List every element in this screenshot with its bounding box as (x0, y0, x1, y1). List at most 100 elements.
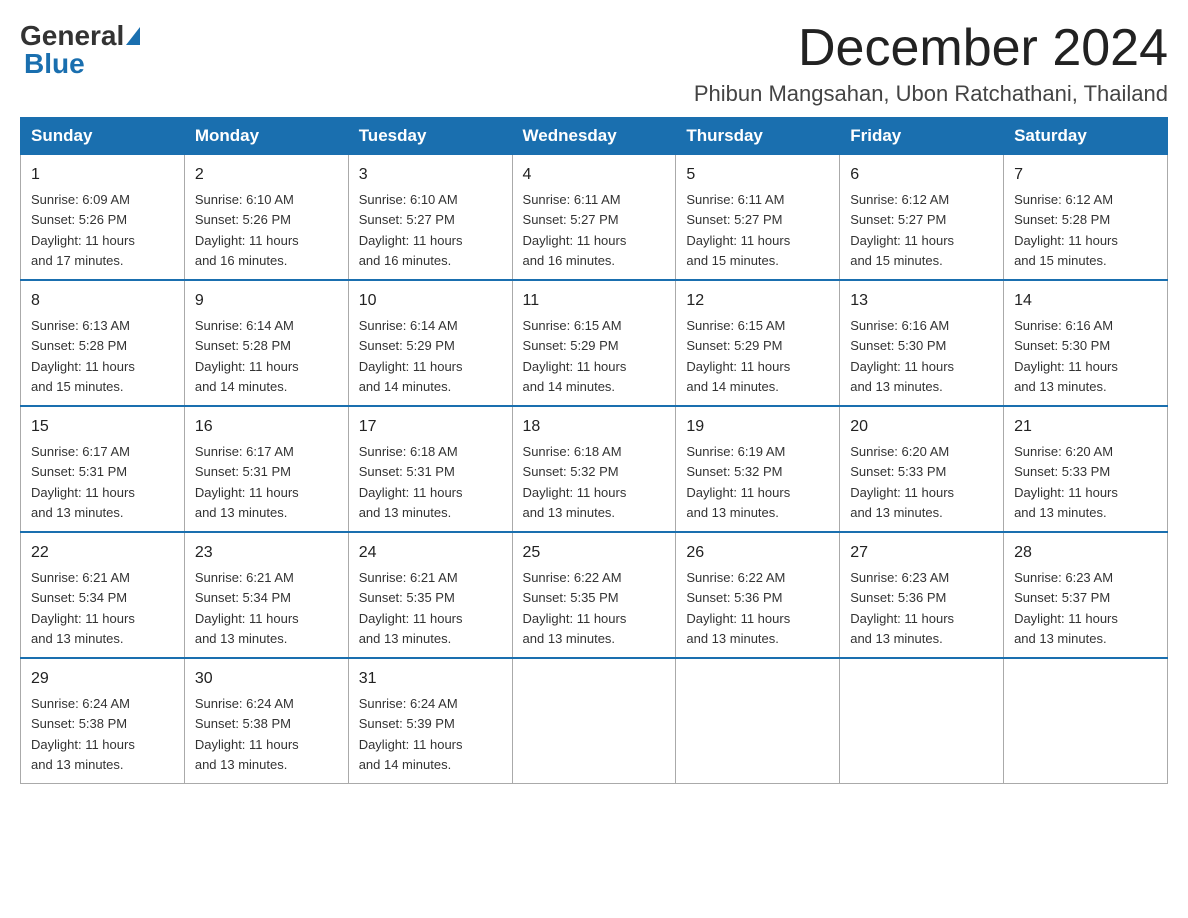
day-info: Sunrise: 6:10 AMSunset: 5:26 PMDaylight:… (195, 192, 299, 268)
day-number: 10 (359, 289, 502, 313)
calendar-cell: 24 Sunrise: 6:21 AMSunset: 5:35 PMDayligh… (348, 532, 512, 658)
calendar-cell: 22 Sunrise: 6:21 AMSunset: 5:34 PMDayligh… (21, 532, 185, 658)
calendar-cell: 1 Sunrise: 6:09 AMSunset: 5:26 PMDaylight… (21, 155, 185, 281)
calendar-cell: 8 Sunrise: 6:13 AMSunset: 5:28 PMDaylight… (21, 280, 185, 406)
calendar-cell: 19 Sunrise: 6:19 AMSunset: 5:32 PMDayligh… (676, 406, 840, 532)
calendar-cell: 26 Sunrise: 6:22 AMSunset: 5:36 PMDayligh… (676, 532, 840, 658)
day-info: Sunrise: 6:16 AMSunset: 5:30 PMDaylight:… (1014, 318, 1118, 394)
day-number: 4 (523, 163, 666, 187)
calendar-cell: 28Sunrise: 6:23 AMSunset: 5:37 PMDayligh… (1004, 532, 1168, 658)
day-number: 23 (195, 541, 338, 565)
logo-triangle-icon (126, 27, 140, 45)
title-area: December 2024 Phibun Mangsahan, Ubon Rat… (694, 20, 1168, 107)
calendar-cell: 20 Sunrise: 6:20 AMSunset: 5:33 PMDayligh… (840, 406, 1004, 532)
calendar-cell: 29 Sunrise: 6:24 AMSunset: 5:38 PMDayligh… (21, 658, 185, 784)
calendar-cell: 3Sunrise: 6:10 AMSunset: 5:27 PMDaylight… (348, 155, 512, 281)
col-tuesday: Tuesday (348, 118, 512, 155)
day-info: Sunrise: 6:21 AMSunset: 5:35 PMDaylight:… (359, 570, 463, 646)
day-info: Sunrise: 6:20 AMSunset: 5:33 PMDaylight:… (850, 444, 954, 520)
day-number: 20 (850, 415, 993, 439)
calendar-cell (676, 658, 840, 784)
calendar-cell (512, 658, 676, 784)
day-number: 1 (31, 163, 174, 187)
day-info: Sunrise: 6:14 AMSunset: 5:29 PMDaylight:… (359, 318, 463, 394)
calendar-cell (1004, 658, 1168, 784)
page-header: General Blue December 2024 Phibun Mangsa… (20, 20, 1168, 107)
calendar-cell: 27 Sunrise: 6:23 AMSunset: 5:36 PMDayligh… (840, 532, 1004, 658)
day-info: Sunrise: 6:24 AMSunset: 5:39 PMDaylight:… (359, 696, 463, 772)
col-thursday: Thursday (676, 118, 840, 155)
calendar-week-4: 22 Sunrise: 6:21 AMSunset: 5:34 PMDayligh… (21, 532, 1168, 658)
calendar-header-row: Sunday Monday Tuesday Wednesday Thursday… (21, 118, 1168, 155)
day-number: 19 (686, 415, 829, 439)
day-number: 3 (359, 163, 502, 187)
day-number: 27 (850, 541, 993, 565)
location-subtitle: Phibun Mangsahan, Ubon Ratchathani, Thai… (694, 81, 1168, 107)
calendar-cell: 15 Sunrise: 6:17 AMSunset: 5:31 PMDayligh… (21, 406, 185, 532)
day-number: 8 (31, 289, 174, 313)
day-number: 15 (31, 415, 174, 439)
day-number: 5 (686, 163, 829, 187)
calendar-week-1: 1 Sunrise: 6:09 AMSunset: 5:26 PMDaylight… (21, 155, 1168, 281)
day-info: Sunrise: 6:09 AMSunset: 5:26 PMDaylight:… (31, 192, 135, 268)
col-monday: Monday (184, 118, 348, 155)
calendar-cell: 11Sunrise: 6:15 AMSunset: 5:29 PMDayligh… (512, 280, 676, 406)
col-sunday: Sunday (21, 118, 185, 155)
calendar-cell: 16Sunrise: 6:17 AMSunset: 5:31 PMDayligh… (184, 406, 348, 532)
calendar-cell: 25Sunrise: 6:22 AMSunset: 5:35 PMDayligh… (512, 532, 676, 658)
day-info: Sunrise: 6:19 AMSunset: 5:32 PMDaylight:… (686, 444, 790, 520)
col-friday: Friday (840, 118, 1004, 155)
calendar-cell: 12Sunrise: 6:15 AMSunset: 5:29 PMDayligh… (676, 280, 840, 406)
day-number: 24 (359, 541, 502, 565)
day-number: 9 (195, 289, 338, 313)
calendar-cell: 7Sunrise: 6:12 AMSunset: 5:28 PMDaylight… (1004, 155, 1168, 281)
day-number: 18 (523, 415, 666, 439)
day-number: 28 (1014, 541, 1157, 565)
day-info: Sunrise: 6:21 AMSunset: 5:34 PMDaylight:… (195, 570, 299, 646)
day-number: 14 (1014, 289, 1157, 313)
calendar-cell: 23 Sunrise: 6:21 AMSunset: 5:34 PMDayligh… (184, 532, 348, 658)
calendar-cell: 5 Sunrise: 6:11 AMSunset: 5:27 PMDaylight… (676, 155, 840, 281)
day-number: 22 (31, 541, 174, 565)
day-number: 30 (195, 667, 338, 691)
calendar-cell: 18 Sunrise: 6:18 AMSunset: 5:32 PMDayligh… (512, 406, 676, 532)
day-info: Sunrise: 6:11 AMSunset: 5:27 PMDaylight:… (523, 192, 627, 268)
calendar-cell: 30Sunrise: 6:24 AMSunset: 5:38 PMDayligh… (184, 658, 348, 784)
calendar-cell: 9 Sunrise: 6:14 AMSunset: 5:28 PMDaylight… (184, 280, 348, 406)
day-info: Sunrise: 6:11 AMSunset: 5:27 PMDaylight:… (686, 192, 790, 268)
day-number: 2 (195, 163, 338, 187)
calendar-week-2: 8 Sunrise: 6:13 AMSunset: 5:28 PMDaylight… (21, 280, 1168, 406)
day-info: Sunrise: 6:18 AMSunset: 5:32 PMDaylight:… (523, 444, 627, 520)
day-number: 21 (1014, 415, 1157, 439)
calendar-week-5: 29 Sunrise: 6:24 AMSunset: 5:38 PMDayligh… (21, 658, 1168, 784)
day-number: 25 (523, 541, 666, 565)
day-info: Sunrise: 6:12 AMSunset: 5:28 PMDaylight:… (1014, 192, 1118, 268)
day-number: 13 (850, 289, 993, 313)
day-info: Sunrise: 6:20 AMSunset: 5:33 PMDaylight:… (1014, 444, 1118, 520)
day-info: Sunrise: 6:12 AMSunset: 5:27 PMDaylight:… (850, 192, 954, 268)
day-info: Sunrise: 6:21 AMSunset: 5:34 PMDaylight:… (31, 570, 135, 646)
day-info: Sunrise: 6:23 AMSunset: 5:36 PMDaylight:… (850, 570, 954, 646)
calendar-table: Sunday Monday Tuesday Wednesday Thursday… (20, 117, 1168, 784)
calendar-cell: 6 Sunrise: 6:12 AMSunset: 5:27 PMDaylight… (840, 155, 1004, 281)
calendar-cell: 21 Sunrise: 6:20 AMSunset: 5:33 PMDayligh… (1004, 406, 1168, 532)
day-number: 26 (686, 541, 829, 565)
day-info: Sunrise: 6:15 AMSunset: 5:29 PMDaylight:… (686, 318, 790, 394)
calendar-cell: 4 Sunrise: 6:11 AMSunset: 5:27 PMDaylight… (512, 155, 676, 281)
logo-blue-text: Blue (24, 48, 85, 79)
calendar-week-3: 15 Sunrise: 6:17 AMSunset: 5:31 PMDayligh… (21, 406, 1168, 532)
day-info: Sunrise: 6:14 AMSunset: 5:28 PMDaylight:… (195, 318, 299, 394)
day-info: Sunrise: 6:24 AMSunset: 5:38 PMDaylight:… (31, 696, 135, 772)
day-info: Sunrise: 6:13 AMSunset: 5:28 PMDaylight:… (31, 318, 135, 394)
day-number: 6 (850, 163, 993, 187)
calendar-cell (840, 658, 1004, 784)
day-info: Sunrise: 6:17 AMSunset: 5:31 PMDaylight:… (195, 444, 299, 520)
day-info: Sunrise: 6:15 AMSunset: 5:29 PMDaylight:… (523, 318, 627, 394)
day-number: 29 (31, 667, 174, 691)
col-wednesday: Wednesday (512, 118, 676, 155)
day-info: Sunrise: 6:22 AMSunset: 5:36 PMDaylight:… (686, 570, 790, 646)
day-info: Sunrise: 6:17 AMSunset: 5:31 PMDaylight:… (31, 444, 135, 520)
logo: General Blue (20, 20, 142, 80)
calendar-cell: 14 Sunrise: 6:16 AMSunset: 5:30 PMDayligh… (1004, 280, 1168, 406)
calendar-cell: 2 Sunrise: 6:10 AMSunset: 5:26 PMDaylight… (184, 155, 348, 281)
